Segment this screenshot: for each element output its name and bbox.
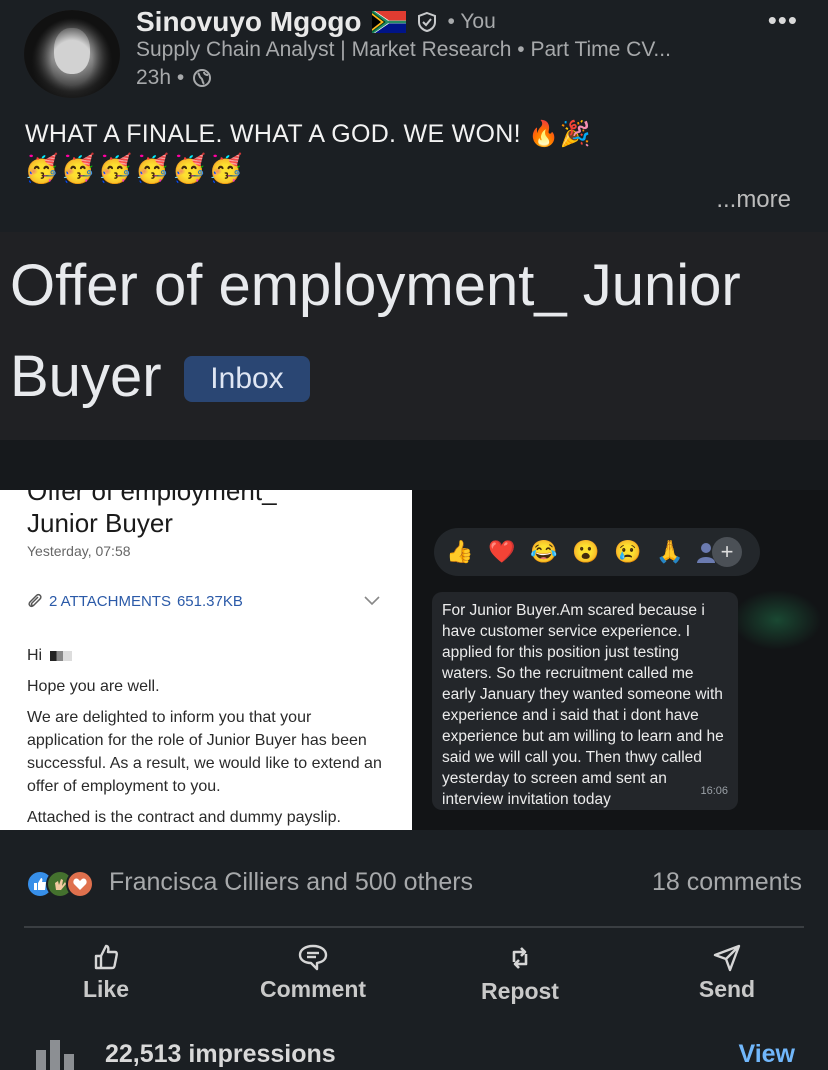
chat-message-bubble: For Junior Buyer.Am scared because i hav…: [432, 592, 738, 810]
crying-reaction-icon: 😢: [614, 539, 642, 564]
reaction-picker: 👍 ❤️ 😂 😮 😢 🙏 +: [434, 528, 760, 576]
like-button[interactable]: Like: [36, 942, 176, 1003]
love-reaction-icon: [66, 870, 94, 898]
email-screenshot[interactable]: Offer of employment_ Junior Buyer Yester…: [0, 490, 412, 830]
email-paragraph: We are delighted to inform you that your…: [27, 709, 382, 795]
email-subject-line-1: Offer of employment_ Junior: [10, 253, 741, 318]
author-name[interactable]: Sinovuyo Mgogo: [136, 6, 362, 38]
redacted-name: [50, 650, 73, 661]
attachments-size: 651.37KB: [176, 592, 243, 610]
reactors-summary[interactable]: Francisca Cilliers and 500 others: [109, 868, 473, 897]
email-date: Yesterday, 07:58: [27, 543, 131, 559]
more-options-icon[interactable]: •••: [768, 7, 798, 33]
south-africa-flag-icon: [371, 11, 406, 33]
like-icon: [94, 944, 118, 970]
email-subject-line-2: Buyer: [10, 344, 162, 409]
comments-count[interactable]: 18 comments: [652, 868, 802, 897]
email-title-cut: Offer of employment_: [27, 490, 277, 506]
repost-button[interactable]: Repost: [450, 942, 590, 1005]
email-line-1: Hope you are well.: [27, 678, 160, 695]
relation-label: • You: [447, 10, 496, 33]
comment-icon: [298, 944, 328, 971]
attachments-row: 2 ATTACHMENTS 651.37KB: [27, 592, 243, 610]
chat-screenshot[interactable]: 👍 ❤️ 😂 😮 😢 🙏 + For Junior Buyer.Am scare…: [412, 490, 828, 830]
email-greeting-row: Hi: [27, 644, 387, 667]
post-header: Sinovuyo Mgogo • You Supply Chain Analys…: [0, 0, 828, 232]
paperclip-icon: [28, 593, 42, 608]
see-more-link[interactable]: ...more: [716, 186, 791, 214]
add-reaction-icon: +: [712, 537, 742, 567]
post-text: WHAT A FINALE. WHAT A GOD. WE WON! 🔥🎉: [25, 120, 592, 148]
comment-label: Comment: [259, 976, 367, 1002]
email-title: Junior Buyer: [27, 508, 173, 538]
view-analytics-link[interactable]: View: [738, 1040, 795, 1069]
image-separator-band: [0, 440, 828, 490]
email-line-last: Attached is the contract and dummy paysl…: [27, 809, 341, 826]
author-name-row: Sinovuyo Mgogo • You: [136, 4, 496, 40]
author-headline: Supply Chain Analyst | Market Research •…: [136, 38, 671, 61]
attachments-count: 2 ATTACHMENTS: [49, 592, 171, 610]
inbox-label-chip: Inbox: [184, 356, 310, 402]
repost-icon: [512, 947, 528, 969]
chat-message-time: 16:06: [700, 785, 728, 797]
impressions-chart-icon: [36, 1040, 74, 1070]
footer-divider: [24, 926, 804, 928]
heart-reaction-icon: ❤️: [488, 539, 516, 564]
comment-button[interactable]: Comment: [243, 942, 383, 1003]
pray-reaction-icon: 🙏: [656, 539, 684, 564]
post-time-row: 23h •: [136, 66, 212, 90]
reaction-icons[interactable]: [26, 870, 94, 898]
send-label: Send: [698, 976, 756, 1002]
chat-message-text: For Junior Buyer.Am scared because i hav…: [442, 602, 724, 808]
post-time: 23h •: [136, 66, 185, 89]
verified-shield-icon: [417, 11, 436, 33]
send-button[interactable]: Send: [657, 942, 797, 1003]
email-greeting: Hi: [27, 647, 43, 664]
chat-background-glow: [732, 590, 822, 650]
email-body: Hi Hope you are well. We are delighted t…: [27, 644, 387, 830]
send-icon: [713, 944, 741, 972]
globe-icon: [193, 69, 212, 87]
chevron-down-icon: [364, 596, 380, 606]
thumbs-up-reaction-icon: 👍: [446, 539, 474, 564]
surprised-reaction-icon: 😮: [572, 539, 600, 564]
author-avatar[interactable]: [24, 10, 120, 98]
repost-label: Repost: [481, 978, 559, 1004]
laughing-reaction-icon: 😂: [530, 539, 558, 564]
avatar-hair: [24, 10, 120, 98]
post-emojis: 🥳🥳🥳🥳🥳🥳: [24, 153, 246, 184]
impressions-count: 22,513 impressions: [105, 1040, 336, 1068]
like-label: Like: [82, 976, 130, 1002]
